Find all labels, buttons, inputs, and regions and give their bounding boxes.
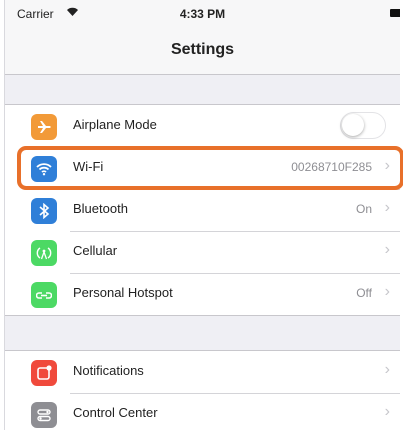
control-center-icon <box>31 402 57 428</box>
settings-row-personal-hotspot[interactable]: Personal Hotspot Off › <box>5 273 400 315</box>
settings-group-notifications: Notifications › Control Center › <box>5 350 400 430</box>
chevron-right-icon: › <box>384 283 390 300</box>
settings-row-notifications[interactable]: Notifications › <box>5 351 400 393</box>
bluetooth-label: Bluetooth <box>73 201 128 216</box>
personal-hotspot-status: Off <box>356 286 372 300</box>
chevron-right-icon: › <box>384 403 390 420</box>
navigation-bar: Settings <box>5 26 400 75</box>
control-center-label: Control Center <box>73 405 158 420</box>
settings-row-control-center[interactable]: Control Center › <box>5 393 400 430</box>
bluetooth-status: On <box>355 202 372 216</box>
airplane-mode-toggle[interactable] <box>340 112 386 139</box>
settings-group-connectivity: Airplane Mode Wi-Fi 00268710F285 › Bluet… <box>5 104 400 316</box>
settings-row-cellular[interactable]: Cellular › <box>5 231 400 273</box>
airplane-icon <box>31 114 57 140</box>
battery-icon <box>390 9 400 17</box>
hotspot-icon <box>31 282 57 308</box>
chevron-right-icon: › <box>384 361 390 378</box>
cellular-icon <box>31 240 57 266</box>
page-title: Settings <box>170 41 235 58</box>
personal-hotspot-label: Personal Hotspot <box>73 285 173 300</box>
toggle-knob <box>342 114 364 136</box>
phone-screen: Carrier 4:33 PM Settings Airplane Mode W… <box>4 0 400 430</box>
notifications-label: Notifications <box>73 363 144 378</box>
bluetooth-icon <box>31 198 57 224</box>
settings-row-airplane-mode[interactable]: Airplane Mode <box>5 105 400 147</box>
cellular-label: Cellular <box>73 243 118 258</box>
settings-row-bluetooth[interactable]: Bluetooth On › <box>5 189 400 231</box>
chevron-right-icon: › <box>384 199 390 216</box>
chevron-right-icon: › <box>384 241 390 258</box>
notifications-icon <box>31 360 57 386</box>
wifi-highlight-outline <box>17 146 403 190</box>
airplane-mode-label: Airplane Mode <box>73 117 157 132</box>
status-bar: Carrier 4:33 PM <box>5 0 400 26</box>
status-time: 4:33 PM <box>179 7 226 21</box>
